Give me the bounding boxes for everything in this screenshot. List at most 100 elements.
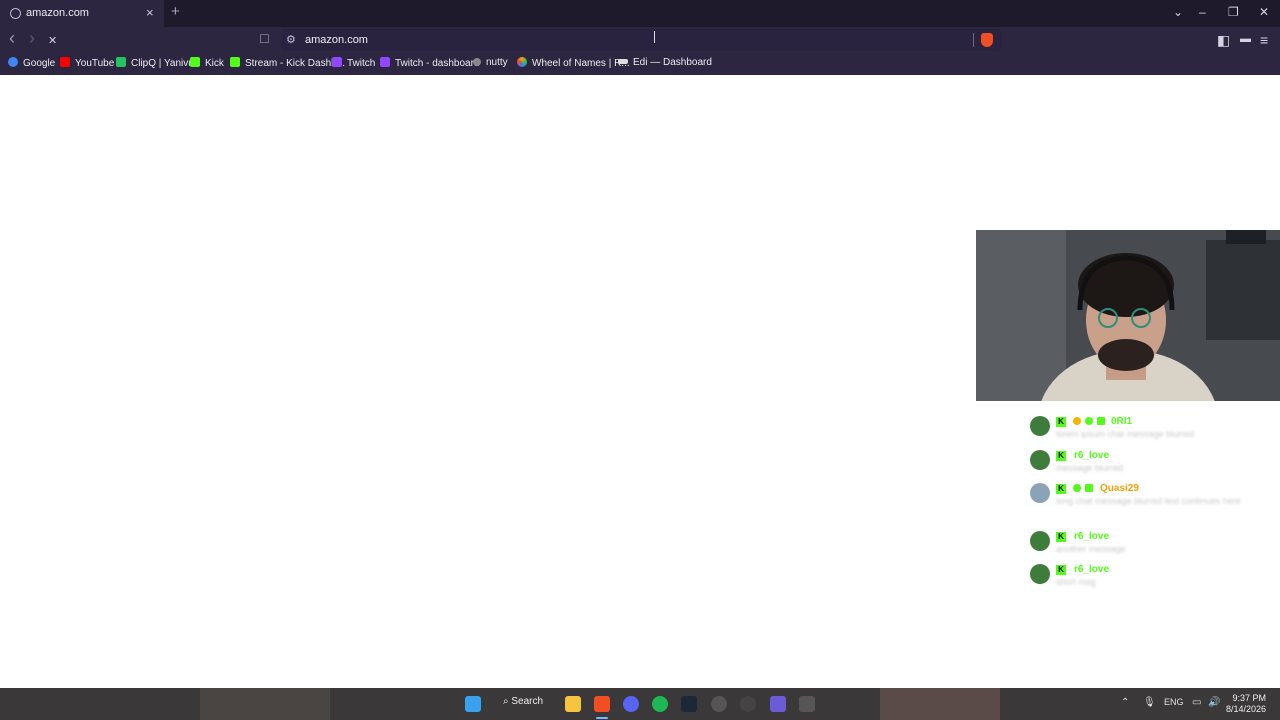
wallet-icon[interactable]: ▬ [1240,33,1251,45]
network-icon[interactable]: ▭ [1192,697,1201,708]
kick-icon [190,57,200,67]
bookmark-wheel-of-names[interactable]: Wheel of Names | R... [517,57,630,69]
obs-icon[interactable] [711,696,727,712]
site-settings-icon[interactable]: ⚙ [286,33,296,46]
window-close-button[interactable]: ✕ [1259,5,1269,19]
twitch-icon [380,57,390,67]
youtube-icon [60,57,70,67]
chat-text: message blurred [1056,463,1124,473]
minimize-button[interactable]: – [1199,5,1206,19]
steam-icon[interactable] [681,696,697,712]
chat-text: lorem ipsum chat message blurred [1056,429,1195,439]
chat-text: another message [1056,544,1126,554]
brave-shields-icon[interactable] [981,33,993,47]
avatar [1030,531,1050,551]
chat-text: long chat message blurred text continues… [1056,496,1241,506]
search-text: Search [511,696,544,707]
tab-search-chevron-icon[interactable]: ⌄ [1173,5,1183,19]
tab-close-icon[interactable]: × [146,5,154,20]
restore-button[interactable]: ❐ [1228,5,1239,19]
microphone-icon[interactable]: 🎙 [1143,697,1156,708]
chat-username: r6_love [1074,531,1110,542]
bookmark-label: YouTube [75,58,115,69]
bookmark-label: ClipQ | Yanivu [131,58,194,69]
menu-button[interactable]: ≡ [1260,32,1268,48]
clock-time: 9:37 PM [1232,693,1267,703]
start-icon[interactable] [465,696,481,712]
kick-badge-icon: K [1056,532,1066,542]
badge-icon [1085,417,1093,425]
bookmarks-bar: Google YouTube ClipQ | Yanivu Kick Strea… [0,53,1280,75]
browser-tab-amazon[interactable]: amazon.com × [0,0,164,27]
discord-icon[interactable] [623,696,639,712]
language-indicator[interactable]: ENG [1164,697,1184,707]
bookmark-google[interactable]: Google [8,57,55,69]
edi-icon [618,59,628,64]
file-explorer-icon[interactable] [565,696,581,712]
chat-message: K r6_love message blurred [1028,450,1268,480]
tray-chevron-icon[interactable]: ⌃ [1121,697,1129,708]
back-button[interactable]: ‹ [9,28,15,49]
wheel-icon [517,57,527,67]
loading-icon [10,8,21,19]
bookmark-youtube[interactable]: YouTube [60,57,114,69]
chat-username: Quasi29 [1100,483,1139,494]
bookmark-label: Kick [205,58,224,69]
chat-username: 0RI1 [1111,416,1133,427]
volume-icon[interactable]: 🔊 [1208,697,1220,708]
badge-icon [1085,484,1093,492]
system-clock[interactable]: 9:37 PM 8/14/2026 [1226,693,1266,715]
avatar [1030,564,1050,584]
kick-icon [230,57,240,67]
brave-icon[interactable] [594,696,610,712]
app-icon[interactable] [740,696,756,712]
kick-badge-icon: K [1056,565,1066,575]
chat-message: K 0RI1 lorem ipsum chat message blurred [1028,416,1268,446]
stop-loading-button[interactable]: ✕ [48,34,57,47]
spotify-icon[interactable] [652,696,668,712]
bookmark-kick-dashboard[interactable]: Stream - Kick Dashb... [230,57,345,69]
sidebar-icon[interactable]: ◧ [1217,32,1230,49]
webcam-overlay [976,230,1280,401]
twitch-icon [332,57,342,67]
chat-message: K r6_love another message [1028,531,1268,561]
tab-strip: amazon.com × + ⌄ – ❐ ✕ [0,0,1280,27]
app-icon[interactable] [770,696,786,712]
clock-date: 8/14/2026 [1226,704,1267,714]
forward-button[interactable]: › [29,28,35,49]
bookmark-label: Stream - Kick Dashb... [245,58,346,69]
kick-badge-icon: K [1056,484,1066,494]
windows-taskbar: ⌕ Search ⌃ 🎙 ENG ▭ 🔊 9:37 PM 8/14/2026 [0,688,1280,720]
webcam-image [976,230,1280,401]
address-bar[interactable]: ⚙ amazon.com [281,29,1001,51]
calculator-icon[interactable] [799,696,815,712]
bookmark-nutty[interactable]: nutty [473,57,508,68]
navigation-toolbar: ‹ › ✕ ☐ ⚙ amazon.com ◧ ▬ ≡ [0,27,1280,53]
avatar [1030,450,1050,470]
kick-badge-icon: K [1056,417,1066,427]
bookmark-kick[interactable]: Kick [190,57,224,69]
text-cursor-icon [654,31,655,43]
bookmark-label: Edi — Dashboard [633,57,712,68]
avatar [1030,483,1050,503]
taskbar-active-indicator [596,717,608,719]
bookmark-twitch[interactable]: Twitch [332,57,375,69]
badge-icon [1097,417,1105,425]
chat-message: K r6_love short msg [1028,564,1268,594]
bookmark-label: nutty [486,57,508,68]
bookmark-clipq[interactable]: ClipQ | Yanivu [116,57,194,69]
divider [973,33,974,47]
bookmark-twitch-dashboard[interactable]: Twitch - dashboard [380,57,480,69]
bookmark-label: Google [23,58,56,69]
bookmark-label: Twitch [347,58,376,69]
search-label[interactable]: ⌕ Search [503,696,543,707]
chat-message: K Quasi29 long chat message blurred text… [1028,483,1268,523]
avatar [1030,416,1050,436]
kick-badge-icon: K [1056,451,1066,461]
taskbar-background [0,688,1280,720]
bookmark-edi[interactable]: Edi — Dashboard [618,57,712,68]
tab-title: amazon.com [26,7,89,19]
url-text[interactable]: amazon.com [305,34,368,46]
bookmark-icon[interactable]: ☐ [259,32,270,46]
new-tab-button[interactable]: + [171,3,180,20]
